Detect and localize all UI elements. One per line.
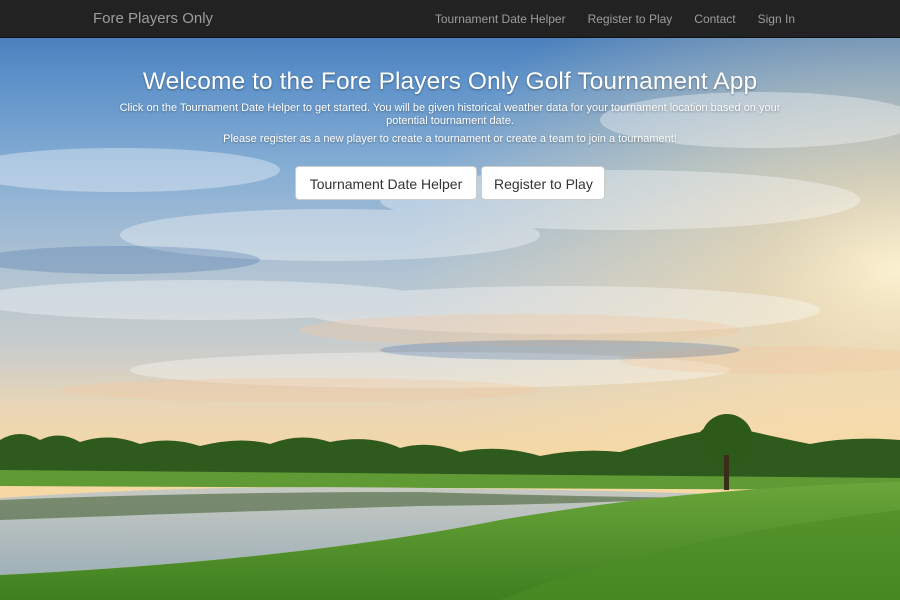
- tournament-date-helper-button[interactable]: Tournament Date Helper: [295, 166, 477, 200]
- nav-register-to-play[interactable]: Register to Play: [577, 0, 684, 38]
- nav-links: Tournament Date Helper Register to Play …: [424, 0, 806, 38]
- register-to-play-button[interactable]: Register to Play: [481, 166, 605, 200]
- nav-tournament-date-helper[interactable]: Tournament Date Helper: [424, 0, 577, 38]
- hero-description-1: Click on the Tournament Date Helper to g…: [119, 102, 781, 127]
- top-navbar: Fore Players Only Tournament Date Helper…: [0, 0, 900, 38]
- brand-link[interactable]: Fore Players Only: [93, 0, 213, 38]
- nav-sign-in[interactable]: Sign In: [747, 0, 806, 38]
- hero-description-2: Please register as a new player to creat…: [223, 133, 677, 145]
- page-title: Welcome to the Fore Players Only Golf To…: [142, 68, 758, 95]
- page: Fore Players Only Tournament Date Helper…: [0, 0, 900, 600]
- nav-contact[interactable]: Contact: [683, 0, 746, 38]
- hero-buttons: Tournament Date Helper Register to Play: [0, 166, 900, 200]
- hero-section: Welcome to the Fore Players Only Golf To…: [0, 62, 900, 146]
